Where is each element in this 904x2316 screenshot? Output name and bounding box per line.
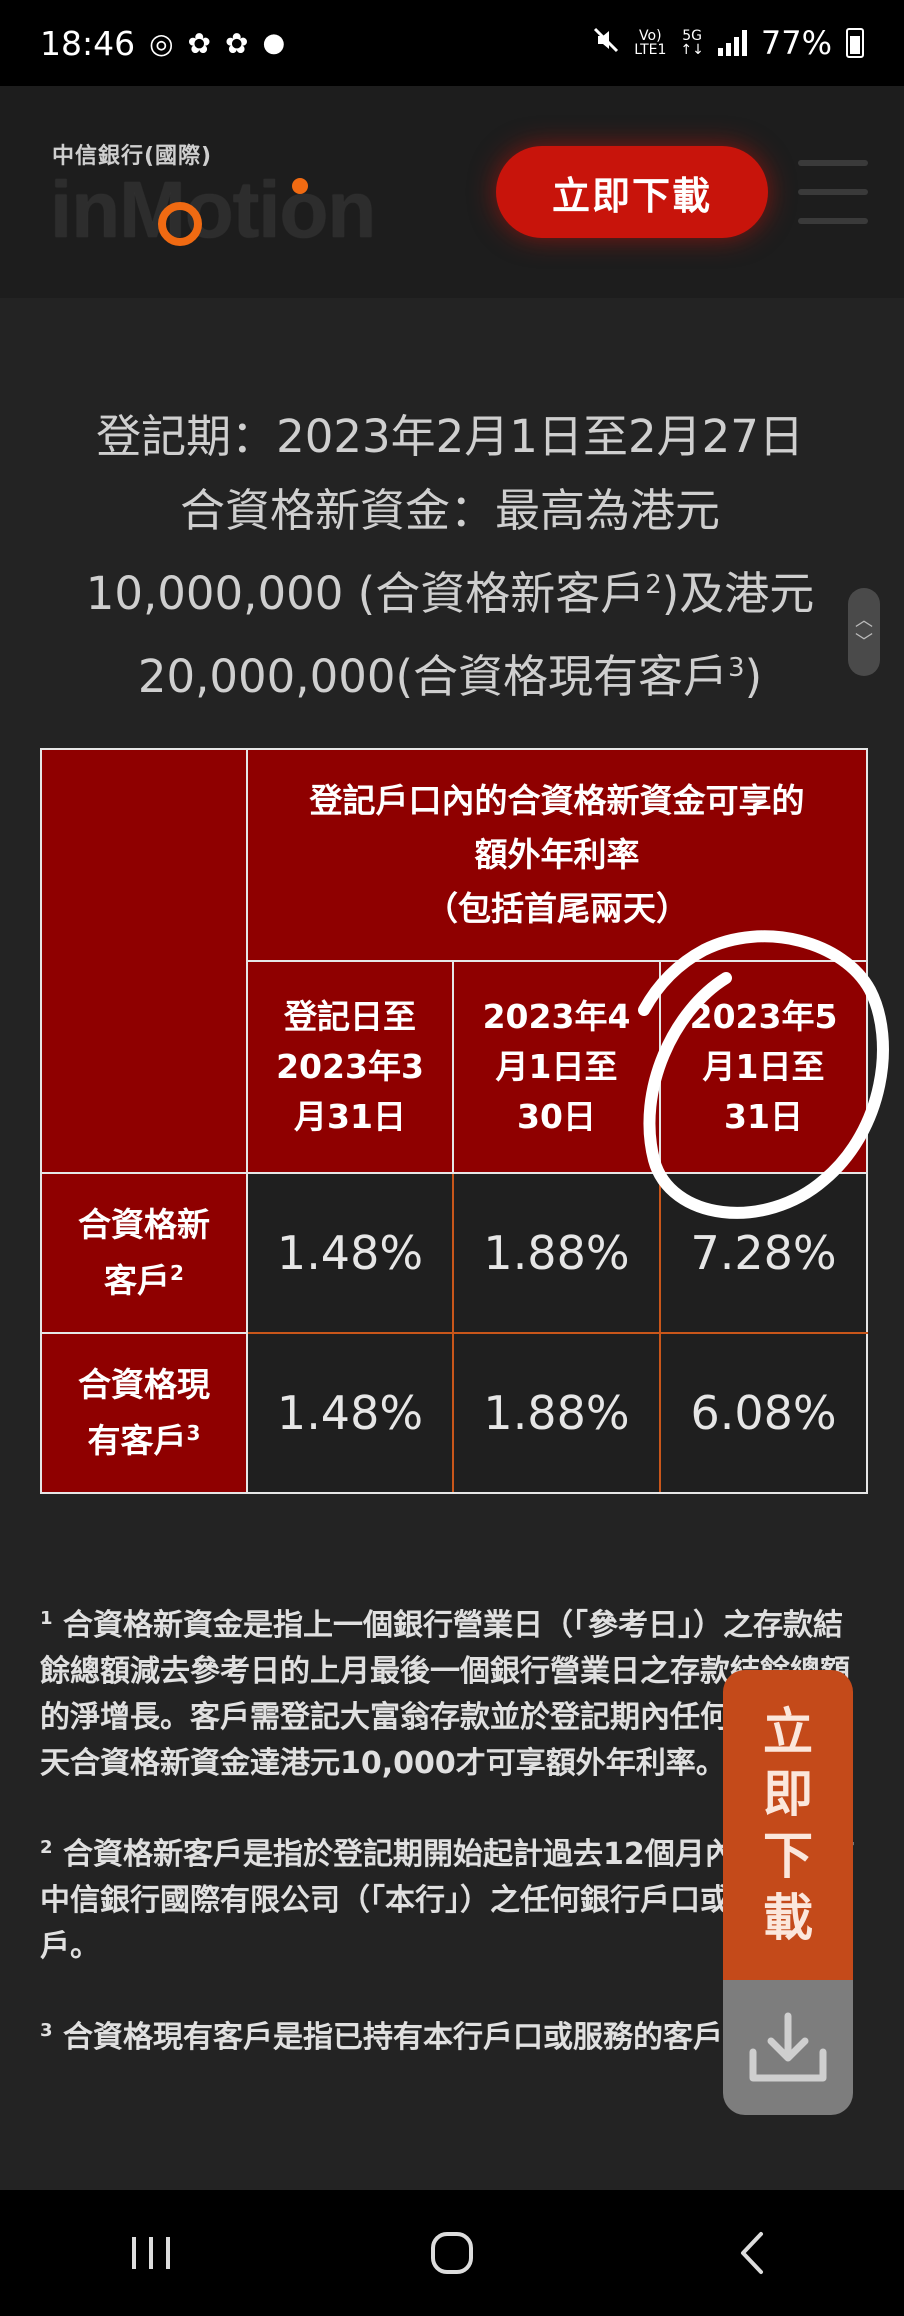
status-time: 18:46	[40, 23, 136, 63]
eligible-funds-existing: 20,000,000(合資格現有客戶3)	[137, 650, 763, 703]
logo-wordmark: inMotion	[50, 165, 376, 254]
rate-cell: 1.88%	[452, 1332, 661, 1494]
table-header-main: 登記戶口內的合資格新資金可享的 額外年利率 （包括首尾兩天）	[245, 748, 869, 962]
floating-download-label: 立 即 下 載	[723, 1670, 853, 1980]
lte-label: LTE1	[634, 42, 667, 58]
whatsapp-icon: ◎	[149, 26, 174, 60]
app-header: 中信銀行(國際) inMotion 立即下載	[0, 86, 904, 298]
table-period-header: 2023年5 月1日至 31日	[658, 960, 869, 1174]
eligible-funds-title: 合資格新資金：最高為港元	[179, 484, 720, 537]
android-nav-bar	[0, 2190, 904, 2316]
download-now-button[interactable]: 立即下載	[496, 146, 768, 238]
rate-table: 登記戶口內的合資格新資金可享的 額外年利率 （包括首尾兩天） 登記日至 2023年…	[40, 748, 869, 1494]
dot-icon: ●	[262, 28, 286, 58]
rate-cell: 1.48%	[246, 1332, 454, 1494]
rate-cell: 6.08%	[658, 1332, 869, 1494]
table-corner-cell	[40, 748, 248, 1174]
row-label-new-customer: 合資格新 客戶2	[40, 1172, 248, 1334]
rate-cell: 1.88%	[452, 1172, 661, 1334]
5g-label: 5G	[682, 28, 703, 44]
volte-indicator: Vo) LTE1	[634, 29, 666, 57]
battery-percent: 77%	[760, 24, 832, 62]
registration-period: 登記期：2023年2月1日至2月27日	[96, 410, 804, 463]
mute-icon	[592, 24, 620, 62]
battery-icon	[846, 28, 864, 58]
rate-cell: 1.48%	[246, 1172, 454, 1334]
5g-indicator: 5G ↑↓	[680, 28, 704, 58]
back-icon[interactable]	[698, 2213, 808, 2293]
download-icon	[723, 1980, 853, 2115]
signal-icon	[717, 30, 747, 56]
chevron-up-icon: ︿	[855, 610, 873, 631]
floating-download-button[interactable]: 立 即 下 載	[723, 1670, 853, 2115]
home-icon[interactable]	[397, 2213, 507, 2293]
chevron-down-icon: ﹀	[855, 632, 873, 653]
scroll-handle[interactable]: ︿ ﹀	[848, 588, 880, 676]
recent-apps-icon[interactable]	[96, 2213, 206, 2293]
table-period-header: 登記日至 2023年3 月31日	[246, 960, 454, 1174]
logo-orange-ring	[158, 202, 202, 246]
weibo-icon: ✿	[187, 26, 212, 60]
eligible-funds-new: 10,000,000 (合資格新客戶2)及港元	[85, 567, 815, 620]
hamburger-menu-icon[interactable]	[798, 160, 868, 224]
weibo-icon: ✿	[225, 26, 249, 60]
logo-orange-dot	[292, 178, 308, 194]
table-row: 合資格新 客戶2 1.48% 1.88% 7.28%	[40, 1172, 869, 1334]
rate-cell: 7.28%	[658, 1172, 869, 1334]
registration-info: 登記期：2023年2月1日至2月27日 合資格新資金：最高為港元 10,000,…	[40, 400, 860, 714]
status-bar: 18:46 ◎ ✿ ✿ ● Vo) LTE1 5G ↑↓ 77%	[0, 0, 904, 86]
row-label-existing-customer: 合資格現 有客戶3	[40, 1332, 248, 1494]
table-period-header: 2023年4 月1日至 30日	[452, 960, 661, 1174]
table-row: 合資格現 有客戶3 1.48% 1.88% 6.08%	[40, 1332, 869, 1494]
